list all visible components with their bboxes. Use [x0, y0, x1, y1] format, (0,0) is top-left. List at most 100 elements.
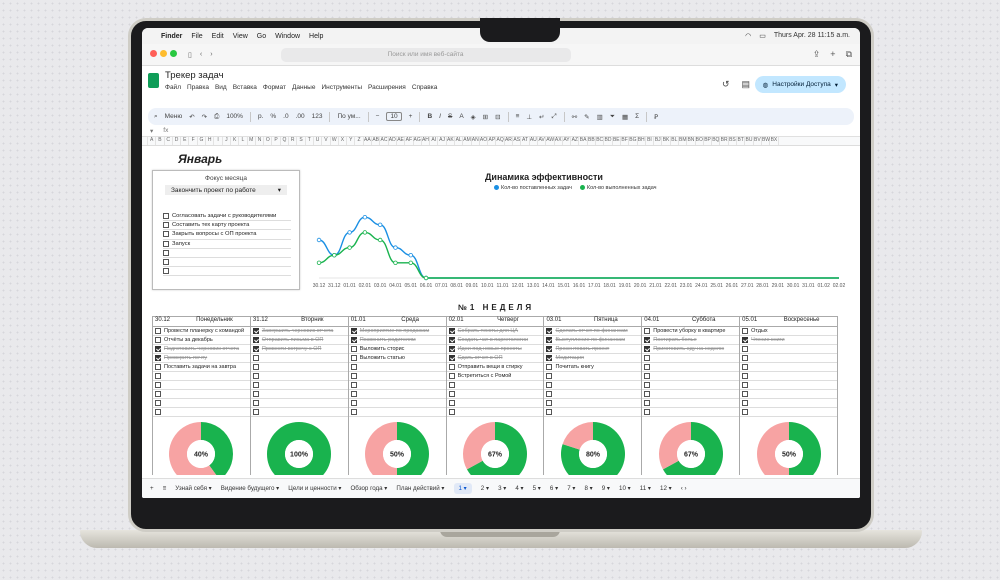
- column-header[interactable]: H: [206, 137, 215, 145]
- task-checkbox[interactable]: [742, 382, 749, 388]
- task-checkbox[interactable]: [448, 382, 455, 388]
- column-header[interactable]: B: [156, 137, 165, 145]
- task-checkbox[interactable]: [448, 346, 455, 352]
- task-checkbox[interactable]: [350, 409, 357, 415]
- menu-format[interactable]: Формат: [263, 84, 286, 91]
- sheet-tab[interactable]: 1 ▾: [453, 483, 472, 494]
- task-text[interactable]: Провести уборку в квартире: [653, 328, 725, 334]
- column-header[interactable]: L: [239, 137, 248, 145]
- task-text[interactable]: Выложить сторис: [360, 346, 405, 352]
- number-format[interactable]: 123: [312, 113, 323, 120]
- task-checkbox[interactable]: [448, 373, 455, 379]
- fill-color-icon[interactable]: ◈: [471, 113, 476, 121]
- column-header[interactable]: A: [148, 137, 157, 145]
- column-header[interactable]: BD: [604, 137, 613, 145]
- task-checkbox[interactable]: [252, 391, 259, 397]
- column-header[interactable]: O: [264, 137, 273, 145]
- menu-help[interactable]: Справка: [412, 84, 438, 91]
- rotate-icon[interactable]: ⤢: [552, 113, 557, 121]
- task-checkbox[interactable]: [448, 328, 455, 334]
- sheet-tab[interactable]: План действий ▾: [396, 485, 444, 492]
- task-text[interactable]: Проверить почту: [164, 355, 207, 361]
- column-header[interactable]: AB: [372, 137, 381, 145]
- column-header[interactable]: AY: [563, 137, 572, 145]
- text-color-icon[interactable]: A: [459, 113, 463, 120]
- menu-insert[interactable]: Вставка: [233, 84, 257, 91]
- font-size-input[interactable]: 10: [386, 112, 402, 121]
- column-header[interactable]: AH: [422, 137, 431, 145]
- column-header[interactable]: BW: [762, 137, 771, 145]
- task-text[interactable]: Выложить статью: [360, 355, 405, 361]
- menubar-item-help[interactable]: Help: [309, 33, 323, 40]
- column-header[interactable]: BX: [770, 137, 779, 145]
- functions-icon[interactable]: Σ: [635, 113, 639, 120]
- checkbox[interactable]: [163, 268, 169, 275]
- task-text[interactable]: Позвонить родителям: [360, 337, 416, 343]
- column-header[interactable]: T: [306, 137, 314, 145]
- comment-add-icon[interactable]: ✎: [584, 113, 589, 121]
- zoom-select[interactable]: 100%: [226, 113, 243, 120]
- comment-icon[interactable]: ▤: [741, 79, 750, 90]
- column-header[interactable]: BL: [671, 137, 679, 145]
- column-header[interactable]: AD: [389, 137, 397, 145]
- task-checkbox[interactable]: [448, 391, 455, 397]
- sheet-tab[interactable]: Обзор года ▾: [350, 485, 387, 492]
- task-checkbox[interactable]: [644, 391, 651, 397]
- column-header[interactable]: AM: [463, 137, 472, 145]
- column-header[interactable]: AR: [505, 137, 514, 145]
- link-icon[interactable]: ⚯: [572, 113, 577, 121]
- column-header[interactable]: AL: [455, 137, 464, 145]
- column-header[interactable]: AI: [430, 137, 439, 145]
- task-checkbox[interactable]: [350, 328, 357, 334]
- share-button[interactable]: ◍ Настройки Доступа ▾: [754, 76, 846, 93]
- column-header[interactable]: AE: [397, 137, 406, 145]
- task-checkbox[interactable]: [252, 355, 259, 361]
- task-checkbox[interactable]: [252, 346, 259, 352]
- column-header[interactable]: BU: [745, 137, 754, 145]
- sheet-grid[interactable]: Январь Фокус месяца Закончить проект по …: [142, 146, 860, 475]
- column-header[interactable]: AN: [472, 137, 480, 145]
- sheets-logo-icon[interactable]: [148, 73, 159, 88]
- column-header[interactable]: BH: [638, 137, 646, 145]
- input-tools-icon[interactable]: Ꝑ: [654, 113, 658, 121]
- sheet-tab[interactable]: 7 ▾: [567, 485, 575, 492]
- task-checkbox[interactable]: [252, 409, 259, 415]
- checkbox[interactable]: [163, 231, 169, 238]
- menubar-app[interactable]: Finder: [161, 33, 182, 40]
- column-header[interactable]: G: [198, 137, 207, 145]
- task-checkbox[interactable]: [644, 355, 651, 361]
- task-checkbox[interactable]: [742, 346, 749, 352]
- column-header[interactable]: AJ: [438, 137, 447, 145]
- task-checkbox[interactable]: [546, 400, 553, 406]
- task-text[interactable]: Постирать белье: [653, 337, 696, 343]
- task-checkbox[interactable]: [546, 328, 553, 334]
- column-header[interactable]: AZ: [571, 137, 580, 145]
- task-checkbox[interactable]: [350, 391, 357, 397]
- column-header[interactable]: J: [223, 137, 231, 145]
- column-header[interactable]: BJ: [654, 137, 663, 145]
- column-header[interactable]: BQ: [712, 137, 721, 145]
- task-checkbox[interactable]: [350, 382, 357, 388]
- task-checkbox[interactable]: [644, 373, 651, 379]
- font-select[interactable]: По ум...: [337, 113, 360, 120]
- task-text[interactable]: Завершить черновик отчета: [262, 328, 333, 334]
- undo-icon[interactable]: ↶: [189, 113, 194, 121]
- column-header[interactable]: AP: [488, 137, 497, 145]
- menubar-item-view[interactable]: View: [233, 33, 248, 40]
- sheet-tab[interactable]: 6 ▾: [550, 485, 558, 492]
- history-icon[interactable]: ↺: [722, 79, 730, 90]
- task-checkbox[interactable]: [546, 346, 553, 352]
- column-header[interactable]: R: [289, 137, 298, 145]
- column-header[interactable]: BK: [662, 137, 671, 145]
- task-checkbox[interactable]: [155, 400, 161, 406]
- font-size-decrease[interactable]: −: [376, 113, 380, 120]
- task-checkbox[interactable]: [644, 346, 651, 352]
- menubar-item-window[interactable]: Window: [275, 33, 300, 40]
- task-text[interactable]: Создать чат в паргетологии: [458, 337, 528, 343]
- task-checkbox[interactable]: [448, 409, 455, 415]
- task-checkbox[interactable]: [350, 337, 357, 343]
- task-text[interactable]: Приготовить еду на неделю: [653, 346, 724, 352]
- menu-extensions[interactable]: Расширения: [368, 84, 406, 91]
- task-text[interactable]: Сдать отчет в ОП: [458, 355, 503, 361]
- column-header[interactable]: AV: [538, 137, 547, 145]
